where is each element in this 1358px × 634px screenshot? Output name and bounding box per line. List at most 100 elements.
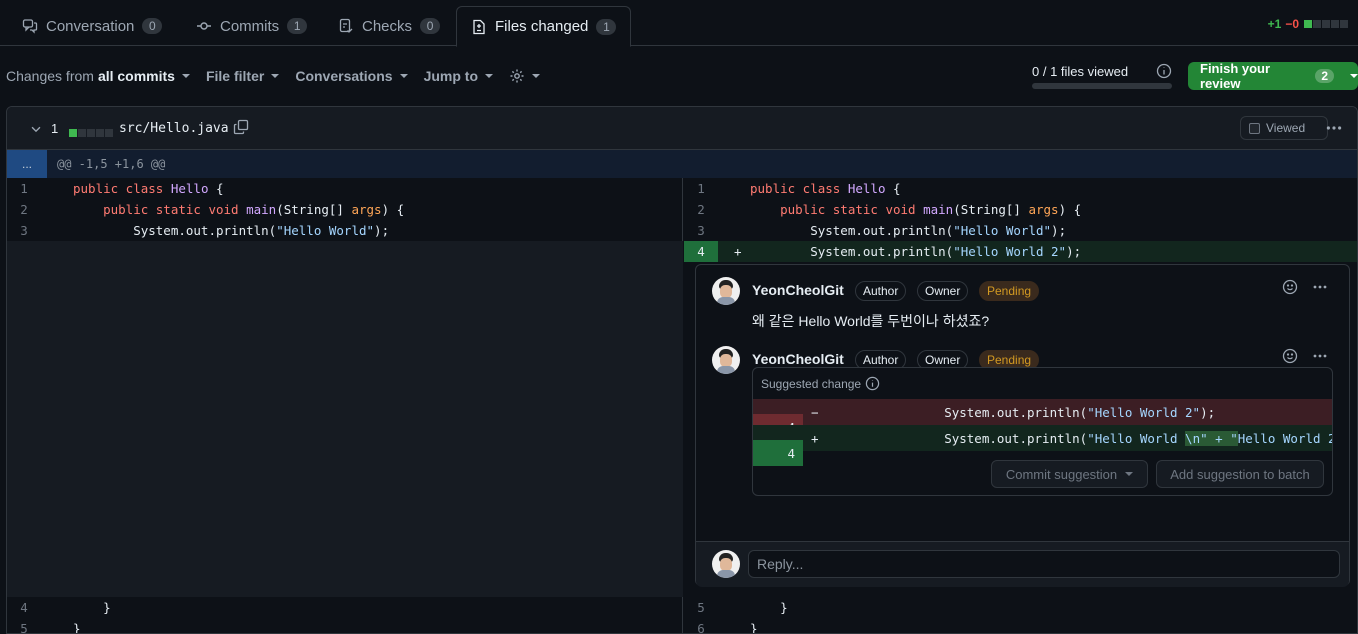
add-to-batch-label: Add suggestion to batch	[1170, 466, 1310, 482]
viewed-checkbox[interactable]: Viewed	[1240, 116, 1328, 140]
commit-suggestion-button[interactable]: Commit suggestion	[991, 460, 1148, 488]
finish-review-count: 2	[1315, 69, 1334, 83]
empty-diff-area	[7, 241, 683, 597]
kebab-icon[interactable]	[1325, 119, 1343, 137]
conversations-dropdown[interactable]: Conversations	[295, 68, 408, 84]
line-number[interactable]: 5	[7, 621, 41, 633]
reply-row: Reply...	[696, 541, 1349, 587]
tab-label: Files changed	[495, 18, 589, 35]
finish-review-button[interactable]: Finish your review 2	[1188, 61, 1358, 91]
smiley-icon[interactable]	[1282, 348, 1298, 364]
line-number[interactable]: 4	[684, 241, 718, 262]
caret-down-icon	[399, 74, 408, 78]
chevron-down-icon[interactable]	[29, 122, 43, 136]
diff-line: 5 }	[684, 597, 1357, 618]
tab-commits[interactable]: Commits 1	[182, 6, 321, 46]
line-number[interactable]: 6	[684, 621, 718, 633]
commit-suggestion-label: Commit suggestion	[1005, 466, 1118, 482]
settings-dropdown[interactable]	[509, 68, 541, 84]
tab-label: Commits	[220, 17, 280, 35]
review-thread: YeonCheolGit Author Owner Pending 왜 같은 H…	[695, 264, 1350, 587]
jump-to-dropdown[interactable]: Jump to	[423, 68, 494, 84]
changes-from-dropdown[interactable]: Changes from all commits	[6, 68, 190, 84]
tab-checks[interactable]: Checks 0	[324, 6, 454, 46]
copy-icon[interactable]	[233, 119, 249, 135]
changes-prefix: Changes from	[6, 68, 94, 84]
suggestion-added-line: 4 + System.out.println("Hello World \n" …	[753, 425, 1332, 466]
hunk-range: @@ -1,5 +1,6 @@	[57, 157, 166, 171]
diff-line: 1 public class Hello {	[684, 178, 1357, 199]
avatar	[712, 550, 740, 578]
file-filter-label: File filter	[205, 68, 265, 84]
jump-to-label: Jump to	[423, 68, 479, 84]
conversation-icon	[22, 19, 38, 34]
diff-line: 3 System.out.println("Hello World");	[684, 220, 1357, 241]
suggested-change: Suggested change 4 − System.out.println(…	[752, 367, 1333, 496]
diffstat: +1 −0	[1268, 17, 1348, 31]
info-icon[interactable]	[865, 376, 880, 391]
tab-count: 1	[596, 18, 617, 35]
deletions-count: −0	[1285, 17, 1299, 31]
checkbox-box	[1249, 122, 1260, 134]
tab-count: 0	[420, 18, 441, 34]
diff-right-pane: 1 public class Hello { 2 public static v…	[684, 178, 1357, 633]
line-number[interactable]: 3	[684, 223, 718, 238]
diff-line: 5 }	[7, 618, 682, 633]
diff-left-pane: 1 public class Hello { 2 public static v…	[7, 178, 683, 633]
avatar[interactable]	[712, 346, 740, 374]
conversations-label: Conversations	[295, 68, 393, 84]
avatar[interactable]	[712, 277, 740, 305]
diff-toolbar: Changes from all commits File filter Con…	[6, 62, 541, 90]
file-diffstat-squares	[68, 124, 113, 140]
hunk-header: ... @@ -1,5 +1,6 @@	[7, 150, 1357, 178]
line-number: 4	[753, 440, 803, 466]
line-number[interactable]: 1	[684, 181, 718, 196]
commit-icon	[197, 22, 211, 30]
file-path[interactable]: src/Hello.java	[119, 121, 229, 136]
caret-down-icon	[1350, 74, 1358, 78]
comment-author[interactable]: YeonCheolGit	[752, 351, 844, 367]
diff-line: 2 public static void main(String[] args)…	[684, 199, 1357, 220]
line-number[interactable]: 2	[684, 202, 718, 217]
comment-body: 왜 같은 Hello World를 두번이나 하셨죠?	[752, 313, 990, 329]
add-suggestion-to-batch-button[interactable]: Add suggestion to batch	[1156, 460, 1324, 488]
diff-line: 6 }	[684, 618, 1357, 633]
caret-down-icon	[271, 74, 280, 78]
kebab-icon[interactable]	[1312, 279, 1328, 295]
reply-input[interactable]: Reply...	[748, 550, 1340, 578]
line-number[interactable]: 3	[7, 223, 41, 238]
tab-count: 0	[142, 18, 163, 34]
tab-count: 1	[287, 18, 308, 34]
expand-hunk-button[interactable]: ...	[7, 150, 47, 178]
caret-down-icon	[485, 74, 494, 78]
checks-icon	[339, 18, 353, 33]
info-icon[interactable]	[1156, 63, 1172, 79]
tab-conversation[interactable]: Conversation 0	[8, 6, 176, 46]
suggestion-deleted-line: 4 − System.out.println("Hello World 2");	[753, 399, 1332, 440]
comment-author[interactable]: YeonCheolGit	[752, 282, 844, 298]
caret-down-icon	[181, 74, 190, 78]
file-filter-dropdown[interactable]: File filter	[205, 68, 280, 84]
line-number[interactable]: 4	[7, 600, 41, 615]
pending-badge: Pending	[979, 281, 1040, 301]
suggested-change-header: Suggested change	[761, 376, 880, 391]
diff-line: 4 }	[7, 597, 682, 618]
files-viewed-progress: 0 / 1 files viewed	[1032, 64, 1172, 89]
finish-review-label: Finish your review	[1200, 61, 1271, 91]
tab-files-changed[interactable]: Files changed 1	[456, 6, 632, 47]
line-number[interactable]: 1	[7, 181, 41, 196]
tab-label: Conversation	[46, 17, 135, 35]
diff-sign: +	[734, 244, 742, 259]
line-number[interactable]: 5	[684, 600, 718, 615]
changes-value: all commits	[97, 68, 175, 84]
diff-line: 1 public class Hello {	[7, 178, 682, 199]
owner-badge: Owner	[917, 281, 969, 301]
smiley-icon[interactable]	[1282, 279, 1298, 295]
line-number[interactable]: 2	[7, 202, 41, 217]
gear-icon	[510, 69, 524, 83]
kebab-icon[interactable]	[1312, 348, 1328, 364]
tab-label: Checks	[362, 17, 413, 35]
pr-tabs: Conversation 0 Commits 1 Checks 0 Files …	[0, 0, 1358, 47]
additions-count: +1	[1267, 17, 1282, 31]
files-viewed-text: 0 / 1 files viewed	[1032, 64, 1129, 79]
